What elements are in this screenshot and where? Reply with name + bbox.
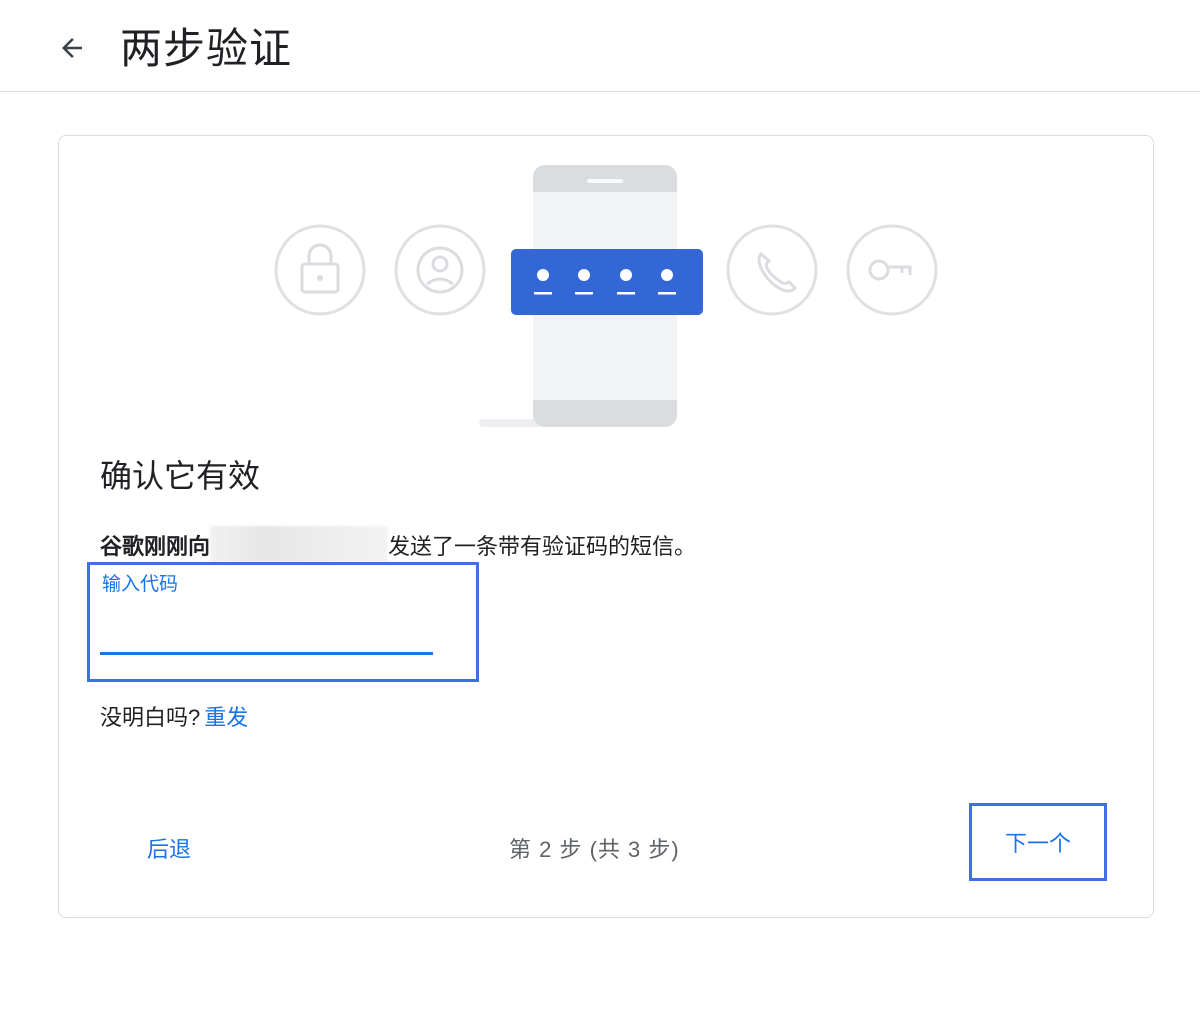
back-button[interactable] [50, 26, 94, 70]
info-prefix: 谷歌刚刚向 [100, 534, 211, 559]
back-step-button[interactable]: 后退 [147, 836, 191, 864]
resend-link[interactable]: 重发 [204, 705, 248, 730]
code-card-illustration [511, 249, 703, 315]
section-heading: 确认它有效 [100, 458, 261, 494]
sms-info-text: 谷歌刚刚向 发送了一条带有验证码的短信。 [100, 526, 697, 563]
code-field-container: 输入代码 [87, 562, 479, 682]
lock-icon [274, 224, 366, 316]
verification-illustration [274, 165, 938, 427]
verification-card: 确认它有效 谷歌刚刚向 发送了一条带有验证码的短信。 输入代码 没明白吗? 重发 后… [58, 135, 1154, 918]
phone-icon [726, 224, 818, 316]
page-title: 两步验证 [120, 25, 293, 72]
key-icon [846, 224, 938, 316]
account-icon [394, 224, 486, 316]
step-indicator: 第 2 步 (共 3 步) [509, 837, 680, 862]
info-suffix: 发送了一条带有验证码的短信。 [388, 534, 697, 559]
arrow-left-icon [62, 38, 82, 58]
next-button[interactable]: 下一个 [969, 803, 1107, 881]
redacted-phone-number [210, 526, 389, 563]
resend-prompt: 没明白吗? [100, 705, 201, 730]
code-field-label: 输入代码 [102, 574, 179, 595]
next-button-label: 下一个 [1004, 831, 1071, 856]
top-bar: 两步验证 [0, 0, 1200, 92]
code-input[interactable] [100, 615, 433, 655]
resend-row: 没明白吗? 重发 [100, 704, 248, 732]
